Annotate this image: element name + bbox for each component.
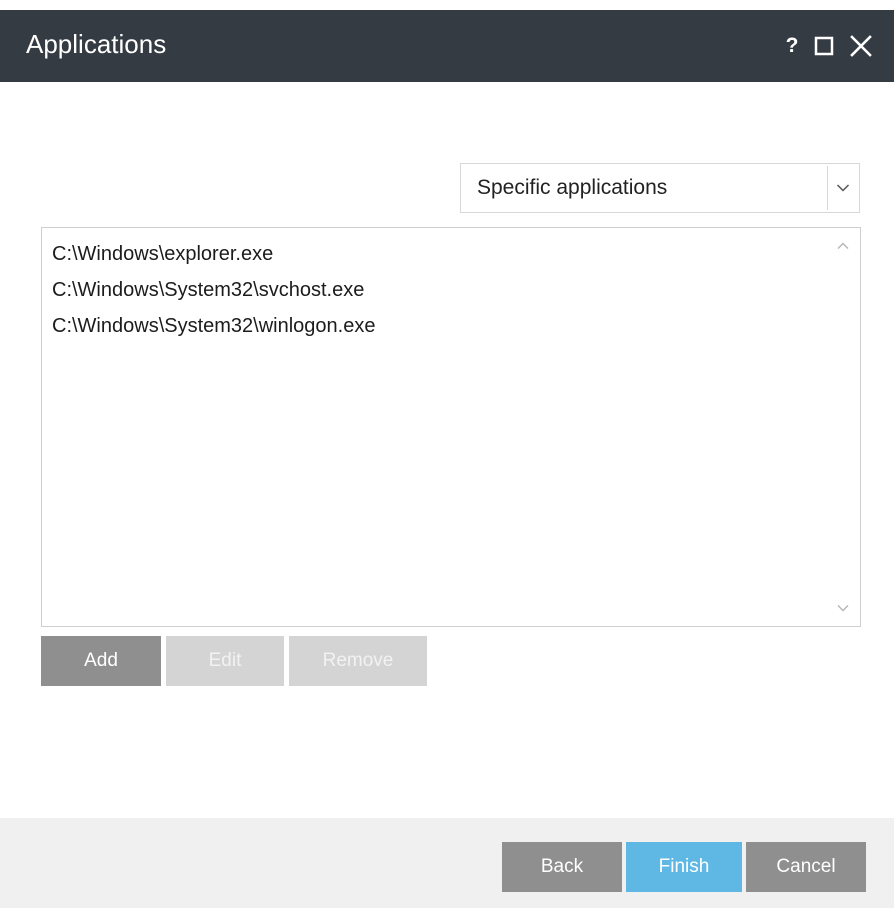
back-button[interactable]: Back bbox=[502, 842, 622, 892]
window-controls: ? bbox=[784, 32, 874, 60]
scope-dropdown[interactable]: Specific applications bbox=[460, 163, 860, 213]
title-bar: Applications ? bbox=[0, 10, 894, 82]
list-item[interactable]: C:\Windows\explorer.exe bbox=[52, 236, 820, 272]
remove-button[interactable]: Remove bbox=[289, 636, 427, 686]
finish-button[interactable]: Finish bbox=[626, 842, 742, 892]
applications-list[interactable]: C:\Windows\explorer.exe C:\Windows\Syste… bbox=[41, 227, 861, 627]
edit-button[interactable]: Edit bbox=[166, 636, 284, 686]
chevron-down-icon[interactable] bbox=[836, 600, 850, 618]
scope-dropdown-value: Specific applications bbox=[477, 176, 668, 199]
maximize-icon[interactable] bbox=[812, 34, 836, 58]
help-icon[interactable]: ? bbox=[784, 34, 800, 58]
chevron-down-icon[interactable] bbox=[827, 166, 857, 210]
list-item[interactable]: C:\Windows\System32\winlogon.exe bbox=[52, 308, 820, 344]
add-button[interactable]: Add bbox=[41, 636, 161, 686]
window-title: Applications bbox=[26, 29, 167, 59]
close-icon[interactable] bbox=[848, 33, 874, 59]
list-item[interactable]: C:\Windows\System32\svchost.exe bbox=[52, 272, 820, 308]
chevron-up-icon[interactable] bbox=[836, 238, 850, 256]
applications-list-items: C:\Windows\explorer.exe C:\Windows\Syste… bbox=[52, 236, 820, 344]
cancel-button[interactable]: Cancel bbox=[746, 842, 866, 892]
dialog-footer: Back Finish Cancel bbox=[0, 818, 894, 908]
